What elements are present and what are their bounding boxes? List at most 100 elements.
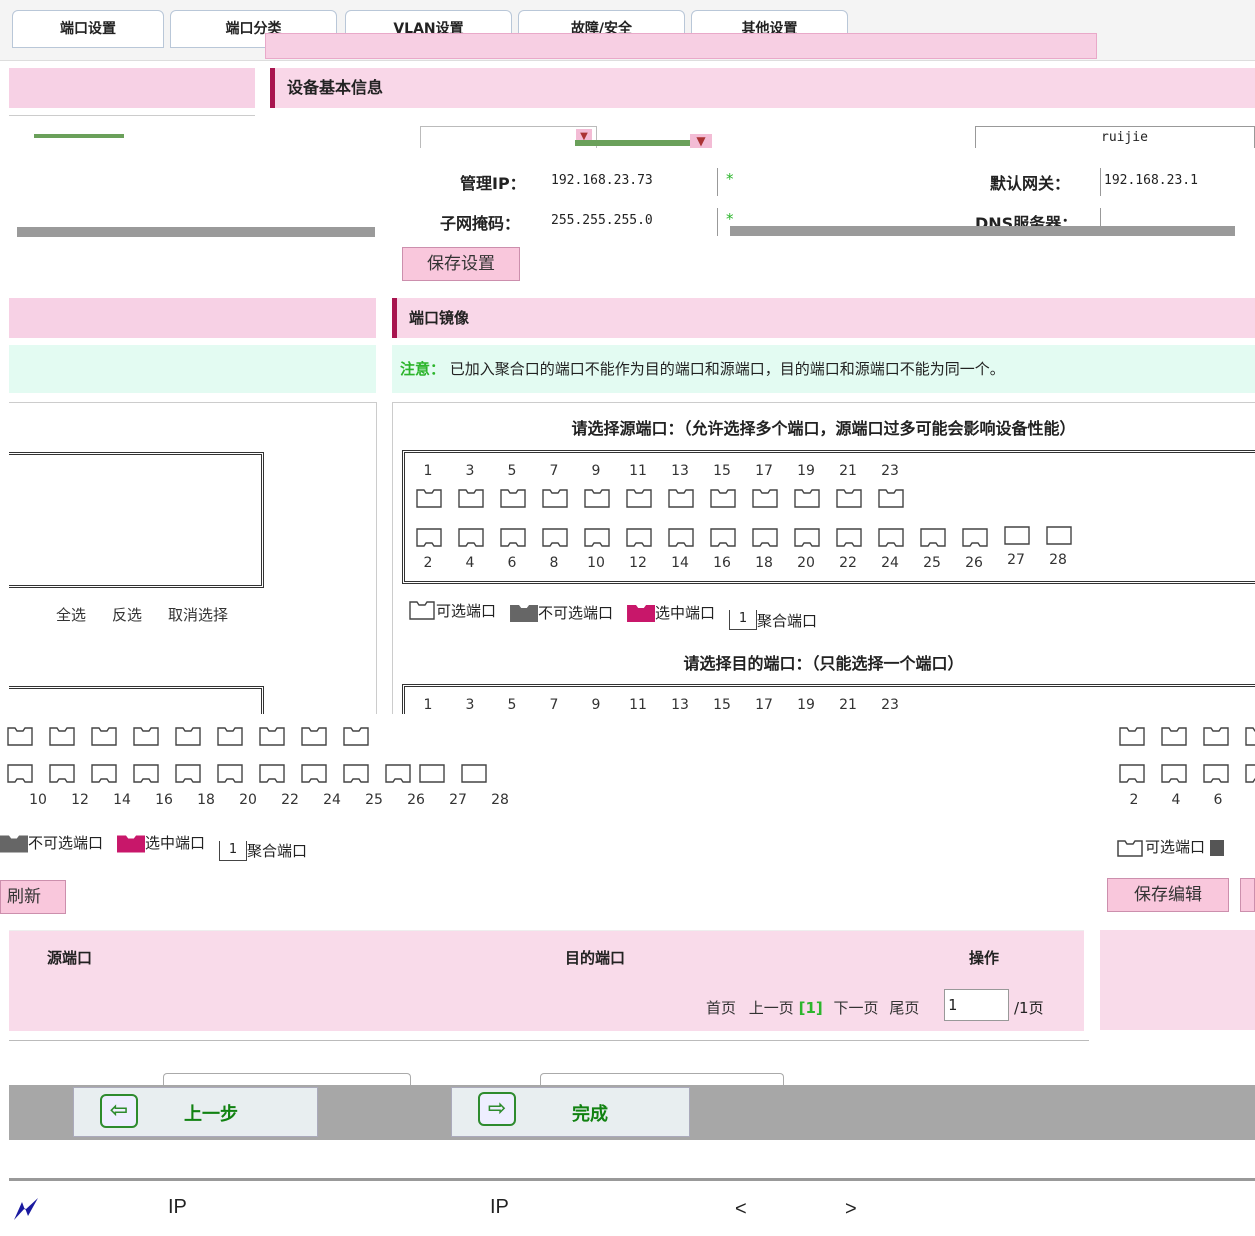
lower-right-port-rd0[interactable] <box>1118 762 1145 784</box>
lower-port-20[interactable] <box>216 762 243 784</box>
cancel-select-link[interactable]: 取消选择 <box>168 604 228 625</box>
bottom-lt: < <box>735 1198 747 1220</box>
tab-port-settings[interactable]: 端口设置 <box>12 10 164 48</box>
source-port-6[interactable] <box>499 526 526 548</box>
pagination: 首页 上一页 [1] 下一页 尾页 <box>706 997 919 1018</box>
source-port-19[interactable] <box>793 486 820 508</box>
lower-port-25[interactable] <box>342 762 369 784</box>
mgmt-ip-input[interactable]: 192.168.23.73 <box>548 168 718 196</box>
lower-port-u0[interactable] <box>6 724 33 746</box>
dest-port-number: 19 <box>797 697 815 713</box>
save-settings-button[interactable]: 保存设置 <box>402 247 520 281</box>
source-port-number: 6 <box>507 555 517 571</box>
lower-port-28[interactable] <box>460 762 487 784</box>
source-port-12[interactable] <box>625 526 652 548</box>
source-port-14[interactable] <box>667 526 694 548</box>
source-port-11[interactable] <box>625 486 652 508</box>
source-port-2[interactable] <box>415 526 442 548</box>
lower-port-22[interactable] <box>258 762 285 784</box>
lower-right-port-r0[interactable] <box>1118 724 1145 746</box>
source-port-23[interactable] <box>877 486 904 508</box>
source-port-number: 8 <box>549 555 559 571</box>
prev-page-link[interactable]: 上一页 <box>749 999 794 1017</box>
source-port-18[interactable] <box>751 526 778 548</box>
gateway-input[interactable]: 192.168.23.1 <box>1100 168 1255 196</box>
source-port-5[interactable] <box>499 486 526 508</box>
source-port-4[interactable] <box>457 526 484 548</box>
lower-right-port-r3[interactable] <box>1244 724 1255 746</box>
source-port-17[interactable] <box>751 486 778 508</box>
lower-right-port-r2[interactable] <box>1202 724 1229 746</box>
lower-port-18[interactable] <box>174 762 201 784</box>
source-port-number: 20 <box>797 555 815 571</box>
left-port-list[interactable] <box>9 452 264 588</box>
source-port-24[interactable] <box>877 526 904 548</box>
lower-port-u5[interactable] <box>216 724 243 746</box>
aggregate-legend-label: 聚合端口 <box>247 842 308 860</box>
source-port-27[interactable] <box>1003 524 1030 546</box>
source-port-number: 21 <box>839 463 857 479</box>
lower-port-number: 26 <box>407 792 425 808</box>
source-port-26[interactable] <box>961 526 988 548</box>
mask-input[interactable]: 255.255.255.0 <box>548 208 718 236</box>
source-port-3[interactable] <box>457 486 484 508</box>
lower-port-u3[interactable] <box>132 724 159 746</box>
source-port-21[interactable] <box>835 486 862 508</box>
lower-port-number: 10 <box>29 792 47 808</box>
overlay-tab-strip <box>265 33 1097 59</box>
first-page-link[interactable]: 首页 <box>706 999 736 1017</box>
source-port-8[interactable] <box>541 526 568 548</box>
lower-port-u4[interactable] <box>174 724 201 746</box>
lower-port-12[interactable] <box>48 762 75 784</box>
page-input[interactable]: 1 <box>944 989 1009 1021</box>
device-name-input[interactable]: ruijie <box>975 126 1255 150</box>
source-port-1[interactable] <box>415 486 442 508</box>
lower-port-16[interactable] <box>132 762 159 784</box>
mgmt-vlan-select[interactable]: ▼ <box>420 126 597 150</box>
source-port-9[interactable] <box>583 486 610 508</box>
lower-port-u1[interactable] <box>48 724 75 746</box>
source-port-22[interactable] <box>835 526 862 548</box>
aggregate-port-icon: 1 <box>729 610 758 630</box>
lower-port-u2[interactable] <box>90 724 117 746</box>
invert-select-link[interactable]: 反选 <box>112 604 142 625</box>
finish-button[interactable]: ⇨ 完成 <box>451 1087 690 1137</box>
source-port-10[interactable] <box>583 526 610 548</box>
lower-legend-aggregate: 1 聚合端口 <box>219 840 307 861</box>
refresh-button[interactable]: 刷新 <box>0 880 66 914</box>
source-port-7[interactable] <box>541 486 568 508</box>
left-divider <box>34 134 124 138</box>
source-port-13[interactable] <box>667 486 694 508</box>
save-edit-button[interactable]: 保存编辑 <box>1107 878 1229 912</box>
source-port-20[interactable] <box>793 526 820 548</box>
lower-port-14[interactable] <box>90 762 117 784</box>
next-page-link[interactable]: 下一页 <box>834 999 879 1017</box>
lower-right-port-rd3[interactable] <box>1244 762 1255 784</box>
select-all-link[interactable]: 全选 <box>56 604 86 625</box>
lower-right-port-rd1[interactable] <box>1160 762 1187 784</box>
mirror-table: 源端口 目的端口 操作 首页 上一页 [1] 下一页 尾页 1 /1页 <box>9 930 1084 1031</box>
prev-step-button[interactable]: ⇦ 上一步 <box>73 1087 318 1137</box>
device-info-title: 设备基本信息 <box>287 78 384 97</box>
source-port-16[interactable] <box>709 526 736 548</box>
lower-port-10[interactable] <box>6 762 33 784</box>
source-port-25[interactable] <box>919 526 946 548</box>
lower-port-u8[interactable] <box>342 724 369 746</box>
source-port-items: 1 3 5 7 9 11 13 15 17 19 21 23 2 4 6 8 10 12 14 16 18 20 22 24 2… <box>402 450 1255 584</box>
source-port-28[interactable] <box>1045 524 1072 546</box>
lower-right-port-r1[interactable] <box>1160 724 1187 746</box>
extra-button[interactable] <box>1240 878 1255 912</box>
last-page-link[interactable]: 尾页 <box>889 999 919 1017</box>
lower-port-24[interactable] <box>300 762 327 784</box>
lower-port-26[interactable] <box>384 762 411 784</box>
prev-step-label: 上一步 <box>184 1104 238 1125</box>
left-dest-list[interactable] <box>9 686 264 716</box>
lower-port-27[interactable] <box>418 762 445 784</box>
page-total: /1页 <box>1014 999 1044 1017</box>
lower-right-port-rd2[interactable] <box>1202 762 1229 784</box>
lower-port-u6[interactable] <box>258 724 285 746</box>
col-source: 源端口 <box>47 949 93 967</box>
lower-port-u7[interactable] <box>300 724 327 746</box>
source-port-15[interactable] <box>709 486 736 508</box>
current-page: [1] <box>798 999 823 1017</box>
